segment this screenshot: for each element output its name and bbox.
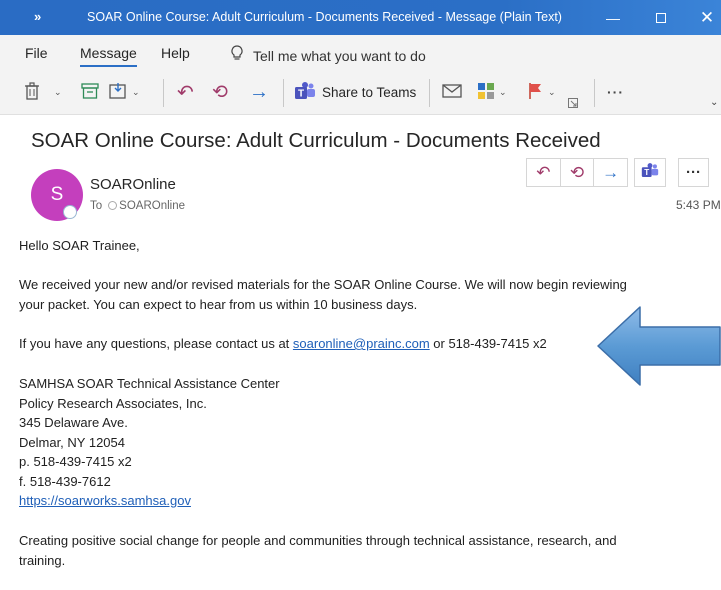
reply-all-button[interactable]: ⟲ xyxy=(212,79,228,105)
categorize-icon xyxy=(477,82,495,103)
signature-line: p. 518-439-7415 x2 xyxy=(19,454,132,469)
body-paragraph-line: We received your new and/or revised mate… xyxy=(19,277,627,292)
more-actions-button[interactable]: ··· xyxy=(678,158,709,187)
chevron-down-icon[interactable]: ⌄ xyxy=(548,87,556,98)
tell-me-text: Tell me what you want to do xyxy=(253,48,426,64)
contact-email-link[interactable]: soaronline@prainc.com xyxy=(293,336,430,351)
archive-button[interactable] xyxy=(81,79,99,105)
signature-line: SAMHSA SOAR Technical Assistance Center xyxy=(19,376,280,391)
flag-icon xyxy=(528,82,544,103)
svg-text:T: T xyxy=(298,88,304,99)
website-line: https://soarworks.samhsa.gov xyxy=(19,491,191,511)
flag-button[interactable]: ⌄ xyxy=(528,79,556,105)
contact-prefix: If you have any questions, please contac… xyxy=(19,336,293,351)
ribbon-dialog-launcher[interactable] xyxy=(568,91,578,117)
chevron-down-icon[interactable]: ⌄ xyxy=(54,87,62,98)
move-button[interactable]: ⌄ xyxy=(109,79,140,105)
menu-file[interactable]: File xyxy=(25,45,48,61)
avatar-initial: S xyxy=(50,184,64,205)
ribbon: ⌄ ⌄ ↶ ⟲ → T Share to Teams ⌄ ⌄ ··· ⌄ xyxy=(0,71,721,115)
presence-status-icon xyxy=(63,205,77,219)
delete-icon xyxy=(24,81,40,103)
window-title: SOAR Online Course: Adult Curriculum - D… xyxy=(87,10,562,24)
envelope-icon xyxy=(442,83,462,102)
more-icon: ··· xyxy=(607,84,624,100)
maximize-icon xyxy=(656,12,666,23)
signature-line: f. 518-439-7612 xyxy=(19,473,111,489)
reply-icon: ↶ xyxy=(177,81,194,104)
website-link[interactable]: https://soarworks.samhsa.gov xyxy=(19,493,191,508)
forward-icon[interactable]: → xyxy=(594,159,627,186)
title-bar: » SOAR Online Course: Adult Curriculum -… xyxy=(0,0,721,35)
reply-all-icon: ⟲ xyxy=(212,81,228,103)
closing-line: training. xyxy=(19,552,66,568)
forward-icon: → xyxy=(249,80,269,103)
expand-icon[interactable]: » xyxy=(34,9,41,24)
divider xyxy=(283,79,284,107)
move-icon xyxy=(109,82,128,103)
menu-bar: File Message Help Tell me what you want … xyxy=(0,35,721,71)
chevron-down-icon[interactable]: ⌄ xyxy=(132,87,140,98)
forward-button[interactable]: → xyxy=(249,79,269,105)
teams-icon: T xyxy=(641,162,659,183)
divider xyxy=(163,79,164,107)
reply-button[interactable]: ↶ xyxy=(177,79,194,105)
lightbulb-icon xyxy=(231,45,243,64)
more-commands-button[interactable]: ··· xyxy=(607,79,624,105)
reply-action-group: ↶ ⟲ → xyxy=(526,158,628,187)
share-to-teams-label: Share to Teams xyxy=(322,84,417,100)
contact-line: If you have any questions, please contac… xyxy=(19,334,547,354)
chevron-down-icon: ⌄ xyxy=(710,96,719,108)
reply-all-icon[interactable]: ⟲ xyxy=(561,159,595,186)
received-time: 5:43 PM xyxy=(676,198,721,212)
teams-button[interactable]: T xyxy=(634,158,666,187)
closing-line: Creating positive social change for peop… xyxy=(19,533,617,548)
presence-ring-icon xyxy=(108,201,118,210)
share-to-teams-button[interactable]: T Share to Teams xyxy=(294,79,416,105)
delete-button[interactable]: ⌄ xyxy=(24,79,62,105)
recipient-line: To SOAROnline xyxy=(90,200,185,212)
contact-suffix: or 518-439-7415 x2 xyxy=(429,336,547,351)
divider xyxy=(429,79,430,107)
annotation-arrow-icon xyxy=(597,306,721,386)
menu-message[interactable]: Message xyxy=(80,45,137,67)
chevron-down-icon[interactable]: ⌄ xyxy=(499,87,507,98)
more-icon: ··· xyxy=(686,164,701,181)
signature-line: Delmar, NY 12054 xyxy=(19,434,125,450)
ribbon-collapse-button[interactable]: ⌄ xyxy=(710,89,718,115)
to-label: To xyxy=(90,200,103,212)
signature-line: Policy Research Associates, Inc. xyxy=(19,395,207,411)
email-subject: SOAR Online Course: Adult Curriculum - D… xyxy=(31,129,601,152)
tell-me-search[interactable]: Tell me what you want to do xyxy=(231,45,426,64)
dialog-launcher-icon xyxy=(568,98,578,110)
signature-line: 345 Delaware Ave. xyxy=(19,415,128,430)
minimize-button[interactable]: — xyxy=(590,0,636,35)
greeting: Hello SOAR Trainee, xyxy=(19,238,140,253)
archive-icon xyxy=(81,82,99,102)
sender-name[interactable]: SOAROnline xyxy=(90,176,176,193)
svg-text:T: T xyxy=(644,168,649,177)
reply-icon[interactable]: ↶ xyxy=(527,159,561,186)
teams-icon: T xyxy=(294,81,316,103)
recipient-name[interactable]: SOAROnline xyxy=(119,200,185,212)
body-paragraph-line: your packet. You can expect to hear from… xyxy=(19,297,418,312)
maximize-button[interactable] xyxy=(638,0,684,35)
envelope-button[interactable] xyxy=(442,79,462,105)
close-button[interactable]: ✕ xyxy=(684,0,721,35)
categorize-button[interactable]: ⌄ xyxy=(477,79,507,105)
divider xyxy=(594,79,595,107)
menu-help[interactable]: Help xyxy=(161,45,190,61)
